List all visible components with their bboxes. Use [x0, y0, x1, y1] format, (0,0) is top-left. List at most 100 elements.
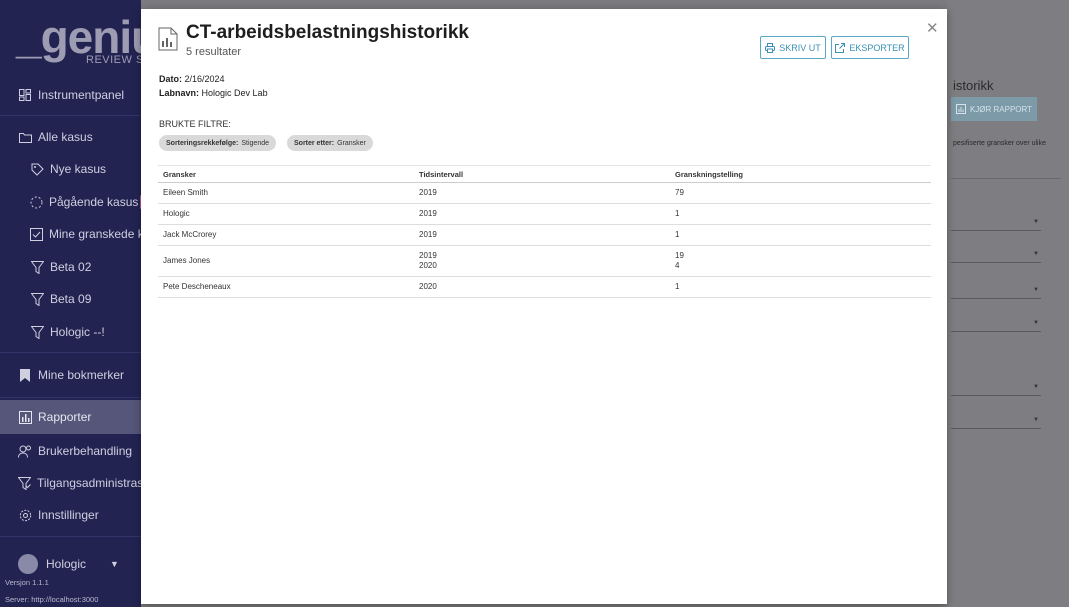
cell-reviewer: Hologic [158, 203, 414, 225]
users-icon [18, 444, 32, 458]
close-icon[interactable]: ✕ [926, 19, 939, 37]
select-field[interactable] [951, 230, 1041, 231]
nav-filter-beta-02[interactable]: Beta 02 [0, 250, 141, 284]
nav-label: Beta 02 [50, 260, 92, 274]
nav-new-cases[interactable]: Nye kasus [0, 152, 141, 186]
divider [951, 178, 1061, 179]
logo-subtitle: REVIEW STATIO [86, 54, 141, 66]
select-field[interactable] [951, 298, 1041, 299]
external-link-icon [835, 42, 846, 53]
cell-count: 79 [670, 182, 931, 204]
report-modal: CT-arbeidsbelastningshistorikk 5 resulta… [141, 9, 947, 604]
chevron-down-icon: ▼ [1033, 417, 1039, 423]
report-date: Dato: 2/16/2024 [159, 74, 225, 84]
nav-label: Beta 09 [50, 292, 92, 306]
period-line: 2019 [419, 251, 437, 260]
print-button[interactable]: SKRIV UT [760, 36, 826, 59]
cell-period: 2020 [414, 276, 670, 298]
filter-chip-sort-order: Sorteringsrekkefølge: Stigende [159, 135, 276, 151]
nav-dashboard[interactable]: Instrumentpanel [0, 78, 141, 112]
cell-count: 19 4 [670, 245, 931, 277]
document-icon [158, 27, 178, 51]
run-report-button[interactable]: KJØR RAPPORT [951, 97, 1037, 121]
filters-heading: BRUKTE FILTRE: [159, 119, 231, 129]
nav-filter-beta-09[interactable]: Beta 09 [0, 282, 141, 316]
filter-chip-sort-by: Sorter etter: Gransker [287, 135, 373, 151]
avatar [18, 554, 38, 574]
table-row: Hologic 2019 1 [158, 203, 931, 225]
cell-reviewer: Eileen Smith [158, 182, 414, 204]
cell-reviewer: Jack McCrorey [158, 224, 414, 246]
table-row: James Jones 2019 2020 19 4 [158, 245, 931, 277]
chevron-down-icon: ▼ [1033, 320, 1039, 326]
nav-label: Brukerbehandling [38, 444, 133, 458]
nav-access-admin[interactable]: Tilgangsadministrasjo [0, 466, 141, 500]
date-value: 2/16/2024 [184, 74, 225, 84]
gear-icon [18, 508, 32, 522]
nav-label: Hologic --! [50, 325, 105, 339]
table-row: Eileen Smith 2019 79 [158, 182, 931, 204]
bookmark-icon [18, 368, 32, 382]
in-progress-icon [30, 195, 43, 209]
nav-label: Mine granskede ka [49, 227, 141, 241]
nav-label: Pågående kasus [49, 195, 139, 209]
report-icon [18, 410, 32, 424]
results-table: Gransker Tidsintervall Granskningstellin… [158, 165, 931, 298]
button-label: KJØR RAPPORT [969, 104, 1033, 114]
date-label: Dato: [159, 74, 182, 84]
cell-reviewer: Pete Descheneaux [158, 276, 414, 298]
cell-count: 1 [670, 203, 931, 225]
printer-icon [765, 42, 776, 53]
app-logo: _genius REVIEW STATIO [16, 14, 141, 66]
nav-filter-hologic[interactable]: Hologic --! [0, 315, 141, 349]
filter-icon [30, 325, 44, 339]
table-row: Jack McCrorey 2019 1 [158, 224, 931, 246]
report-icon [955, 104, 966, 114]
chevron-down-icon: ▼ [1033, 384, 1039, 390]
select-field[interactable] [951, 395, 1041, 396]
new-tag-icon [30, 162, 44, 176]
result-count: 5 resultater [186, 46, 242, 58]
nav-all-cases[interactable]: Alle kasus [0, 120, 141, 154]
chevron-down-icon: ▼ [1033, 251, 1039, 257]
period-line: 2020 [419, 261, 437, 270]
background-report-page: istorikk KJØR RAPPORT pesifiserte gransk… [947, 0, 1069, 607]
nav-label: Tilgangsadministrasjo [37, 476, 141, 490]
count-line: 19 [675, 251, 684, 260]
nav-bookmarks[interactable]: Mine bokmerker [0, 358, 141, 392]
column-header-reviewer[interactable]: Gransker [158, 165, 414, 183]
select-field[interactable] [951, 262, 1041, 263]
cell-reviewer: James Jones [158, 245, 414, 277]
chip-label: Sorteringsrekkefølge: [166, 139, 239, 147]
nav-my-reviewed[interactable]: Mine granskede ka [0, 217, 141, 251]
table-header-row: Gransker Tidsintervall Granskningstellin… [158, 165, 931, 183]
chip-value: Gransker [337, 139, 366, 147]
nav-settings[interactable]: Innstillinger [0, 498, 141, 532]
divider [0, 397, 141, 398]
chip-label: Sorter etter: [294, 139, 335, 147]
export-button[interactable]: EKSPORTER [831, 36, 909, 59]
filter-icon [30, 260, 44, 274]
server-text: Server: http://localhost:3000 [5, 595, 99, 604]
nav-reports[interactable]: Rapporter [0, 400, 141, 434]
chevron-down-icon: ▼ [110, 559, 119, 569]
dashboard-icon [18, 88, 32, 102]
nav-in-progress[interactable]: Pågående kasus [0, 185, 141, 219]
cell-period: 2019 2020 [414, 245, 670, 277]
select-field[interactable] [951, 331, 1041, 332]
lab-name: Labnavn: Hologic Dev Lab [159, 88, 268, 98]
folder-icon [18, 130, 32, 144]
divider [0, 115, 141, 116]
column-header-count[interactable]: Granskningstelling [670, 165, 931, 183]
column-header-period[interactable]: Tidsintervall [414, 165, 670, 183]
button-label: SKRIV UT [779, 42, 821, 53]
checkbox-icon [30, 227, 43, 241]
count-line: 4 [675, 261, 680, 270]
report-description: pesifiserte gransker over ulike [953, 140, 1046, 147]
chevron-down-icon: ▼ [1033, 219, 1039, 225]
user-menu[interactable]: Hologic ▼ [18, 554, 119, 574]
lab-value: Hologic Dev Lab [201, 88, 268, 98]
divider [0, 352, 141, 353]
nav-user-management[interactable]: Brukerbehandling [0, 434, 141, 468]
select-field[interactable] [951, 428, 1041, 429]
